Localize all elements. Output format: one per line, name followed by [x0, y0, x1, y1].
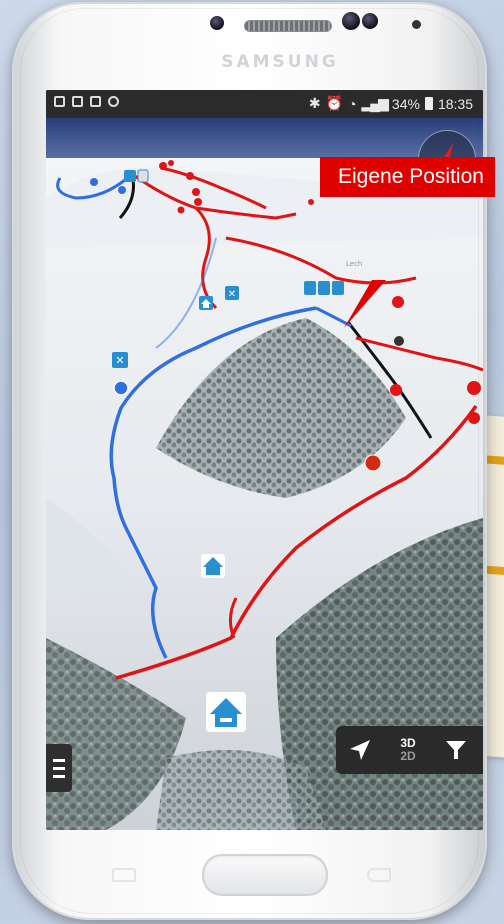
alarm-icon: ⏰ — [325, 95, 343, 111]
blue-slope-top — [56, 172, 134, 200]
lift-station-markers[interactable] — [90, 160, 481, 472]
restaurant-icon-top[interactable]: ✕ — [225, 286, 239, 300]
navigation-arrow-icon — [350, 740, 370, 760]
menu-button[interactable] — [46, 744, 72, 792]
red-slope-mid — [229, 597, 238, 639]
wifi-icon: ◔ — [348, 95, 357, 112]
menu-key-icon[interactable] — [112, 868, 136, 882]
black-slope-top — [118, 173, 135, 220]
phone-screen: ✱ ⏰ ◔ ▂▄▆ 34% 18:35 ✕ ✕ Lech 3D 2D — [46, 90, 483, 830]
front-camera-icon — [342, 12, 360, 30]
gallery-icon — [54, 96, 65, 107]
valley-shadow — [46, 498, 136, 598]
ski-map-3d[interactable]: ✕ ✕ Lech — [46, 118, 483, 830]
filter-icon — [446, 741, 466, 759]
sensor-icon — [210, 16, 224, 30]
signal-icon: ▂▄▆ — [361, 95, 388, 111]
clock: 18:35 — [437, 95, 473, 112]
battery-icon — [424, 97, 433, 110]
blue-slope-upper — [155, 237, 217, 349]
black-slope-right — [346, 321, 433, 439]
hut-icon-large[interactable] — [206, 692, 246, 732]
battery-level: 34% — [391, 95, 420, 112]
menu-line — [53, 758, 65, 762]
forest-lower-left — [46, 638, 186, 830]
proximity-sensor-icon — [412, 20, 421, 29]
callout-pointer — [344, 280, 386, 328]
front-sensor-icon — [362, 13, 378, 29]
menu-line — [53, 774, 65, 778]
red-slope-main — [115, 404, 478, 680]
forest-center — [156, 318, 406, 498]
position-callout: Eigene Position — [320, 157, 495, 197]
photo-icon-2 — [90, 96, 101, 107]
forest-bottom — [156, 750, 326, 830]
blue-slope-main — [109, 306, 317, 659]
forest-lower-right — [276, 518, 483, 830]
filter-button[interactable] — [432, 726, 480, 774]
brand-logo: SAMSUNG — [221, 52, 339, 72]
earpiece-speaker — [244, 20, 332, 32]
map-toolbar: 3D 2D — [336, 726, 483, 774]
status-bar: ✱ ⏰ ◔ ▂▄▆ 34% 18:35 — [46, 90, 483, 118]
mode-3d-label: 3D — [400, 736, 416, 750]
locate-button[interactable] — [336, 726, 384, 774]
home-button[interactable] — [202, 854, 328, 896]
red-slope-top-2 — [194, 206, 218, 310]
photo-icon — [72, 96, 83, 107]
menu-line — [53, 766, 65, 770]
svg-text:✕: ✕ — [228, 289, 236, 300]
red-slope-ridge — [225, 236, 417, 285]
phone-device: SAMSUNG ✱ ⏰ ◔ ▂▄▆ 34% 18:35 ✕ ✕ Lech 3D … — [12, 2, 487, 920]
sync-icon — [108, 96, 119, 107]
back-key-icon[interactable] — [367, 868, 391, 882]
svg-text:✕: ✕ — [115, 354, 124, 367]
mode-2d-label: 2D — [400, 749, 416, 763]
place-label: Lech — [346, 260, 362, 268]
blue-slope-link — [315, 306, 352, 328]
bluetooth-icon: ✱ — [308, 95, 321, 111]
view-mode-toggle[interactable]: 3D 2D — [384, 726, 432, 774]
red-slope-top-3 — [160, 166, 267, 210]
red-slope-top — [131, 172, 297, 220]
snow-terrain — [46, 158, 483, 830]
notification-icons — [54, 96, 119, 107]
red-slope-right — [355, 336, 483, 372]
system-icons: ✱ ⏰ ◔ ▂▄▆ 34% 18:35 — [309, 95, 473, 112]
hut-icon-small[interactable] — [199, 296, 213, 310]
lift-station-icons[interactable] — [124, 169, 344, 295]
restaurant-icon[interactable]: ✕ — [112, 352, 128, 368]
hut-icon-mid[interactable] — [201, 554, 225, 578]
